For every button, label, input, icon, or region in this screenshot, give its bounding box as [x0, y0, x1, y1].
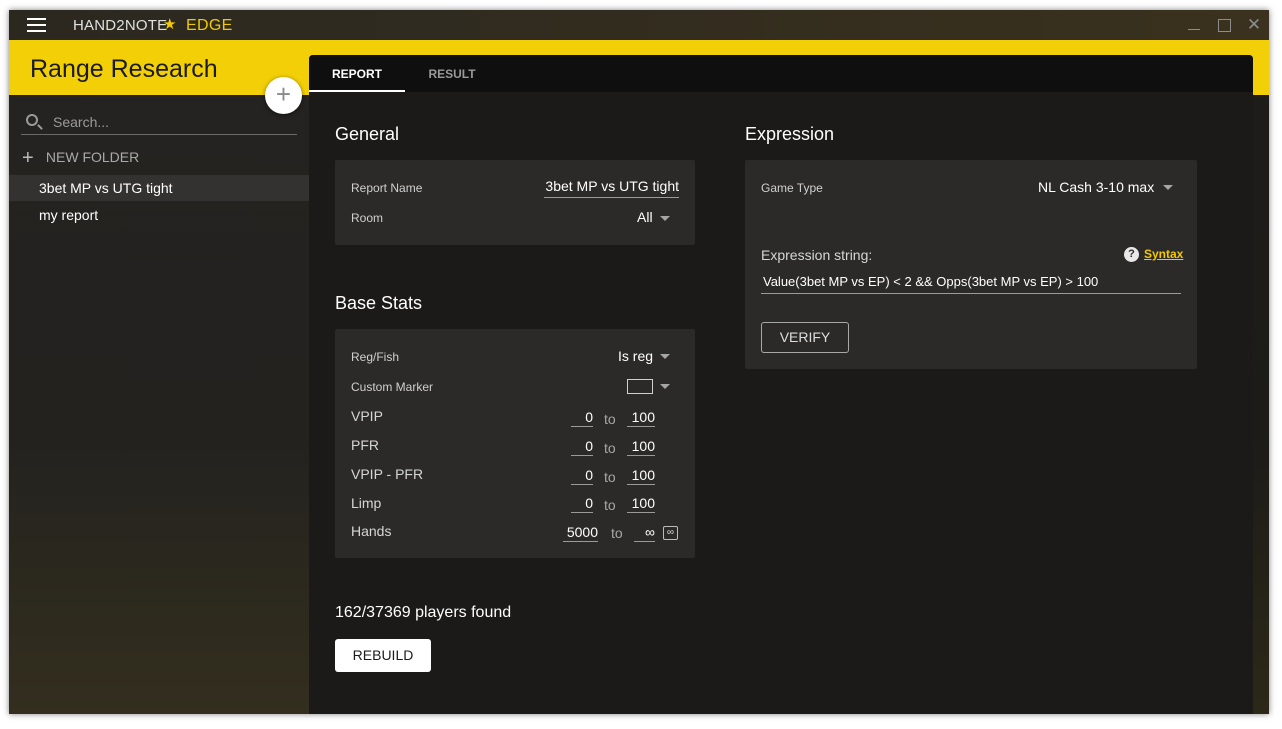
- range-to-label: to: [604, 440, 616, 456]
- search-input[interactable]: [53, 113, 283, 131]
- general-card: Report Name 3bet MP vs UTG tight Room Al…: [335, 160, 695, 245]
- reg-fish-label: Reg/Fish: [351, 350, 400, 364]
- chevron-down-icon[interactable]: [1163, 185, 1173, 190]
- chevron-down-icon[interactable]: [660, 216, 670, 221]
- players-found-count: 162/37369 players found: [335, 604, 512, 621]
- room-label: Room: [351, 211, 384, 225]
- stat-label-limp: Limp: [351, 495, 382, 511]
- tab-result[interactable]: RESULT: [405, 55, 499, 92]
- help-icon[interactable]: ?: [1124, 247, 1139, 262]
- room-select[interactable]: All: [637, 209, 653, 225]
- expression-input[interactable]: Value(3bet MP vs EP) < 2 && Opps(3bet MP…: [761, 274, 1181, 294]
- title-bar: HAND2NOTE ★ EDGE ✕: [9, 10, 1269, 40]
- maximize-button[interactable]: [1215, 16, 1233, 34]
- vpip-pfr-min-input[interactable]: 0: [571, 467, 593, 485]
- infinity-toggle-button[interactable]: ∞: [663, 526, 678, 540]
- custom-marker-swatch[interactable]: [627, 379, 653, 394]
- hands-max-input[interactable]: ∞: [634, 524, 655, 542]
- stat-label-hands: Hands: [351, 523, 392, 539]
- reg-fish-select[interactable]: Is reg: [618, 348, 653, 364]
- vpip-min-input[interactable]: 0: [571, 409, 593, 427]
- custom-marker-label: Custom Marker: [351, 380, 434, 394]
- vpip-max-input[interactable]: 100: [627, 409, 655, 427]
- sidebar: + NEW FOLDER 3bet MP vs UTG tight my rep…: [9, 95, 309, 714]
- chevron-down-icon[interactable]: [660, 354, 670, 359]
- report-list-item[interactable]: my report: [9, 202, 309, 228]
- plus-icon: +: [22, 147, 34, 169]
- range-to-label: to: [604, 469, 616, 485]
- limp-max-input[interactable]: 100: [627, 495, 655, 513]
- chevron-down-icon[interactable]: [660, 384, 670, 389]
- minimize-button[interactable]: [1185, 16, 1203, 34]
- page-title: Range Research: [30, 55, 218, 83]
- stat-label-pfr: PFR: [351, 437, 379, 453]
- game-type-label: Game Type: [761, 181, 823, 195]
- expression-string-label: Expression string:: [761, 247, 873, 263]
- search-icon: [26, 114, 38, 126]
- edition-label: EDGE: [186, 17, 233, 34]
- range-to-label: to: [604, 497, 616, 513]
- syntax-link[interactable]: Syntax: [1144, 247, 1183, 261]
- expression-card: Game Type NL Cash 3-10 max Expression st…: [745, 160, 1197, 369]
- stat-label-vpip-pfr: VPIP - PFR: [351, 466, 424, 482]
- vpip-pfr-max-input[interactable]: 100: [627, 467, 655, 485]
- add-report-button[interactable]: +: [265, 77, 302, 114]
- report-name-input[interactable]: 3bet MP vs UTG tight: [544, 178, 679, 198]
- range-to-label: to: [604, 411, 616, 427]
- close-button[interactable]: ✕: [1245, 16, 1263, 34]
- pfr-min-input[interactable]: 0: [571, 438, 593, 456]
- stat-label-vpip: VPIP: [351, 408, 383, 424]
- verify-button[interactable]: VERIFY: [761, 322, 849, 353]
- rebuild-button[interactable]: REBUILD: [335, 639, 431, 672]
- new-folder-button[interactable]: + NEW FOLDER: [22, 147, 140, 169]
- limp-min-input[interactable]: 0: [571, 495, 593, 513]
- expression-section-title: Expression: [745, 124, 835, 144]
- main-panel: REPORT RESULT General Report Name 3bet M…: [309, 55, 1253, 714]
- hands-min-input[interactable]: 5000: [563, 524, 598, 542]
- search-box: [21, 110, 297, 135]
- base-stats-section-title: Base Stats: [335, 293, 423, 313]
- tab-report[interactable]: REPORT: [309, 55, 405, 92]
- range-to-label: to: [611, 525, 623, 541]
- new-folder-label: NEW FOLDER: [45, 149, 140, 165]
- tab-bar: REPORT RESULT: [309, 55, 1253, 92]
- base-stats-card: Reg/Fish Is reg Custom Marker VPIP 0 to …: [335, 329, 695, 558]
- report-name-label: Report Name: [351, 181, 423, 195]
- star-icon: ★: [163, 16, 177, 33]
- general-section-title: General: [335, 124, 400, 144]
- game-type-select[interactable]: NL Cash 3-10 max: [1038, 179, 1154, 195]
- report-list-item[interactable]: 3bet MP vs UTG tight: [9, 175, 309, 201]
- brand-name: HAND2NOTE: [73, 17, 168, 34]
- app-window: HAND2NOTE ★ EDGE ✕ Range Research + NEW …: [9, 10, 1269, 714]
- hamburger-menu-icon[interactable]: [27, 18, 46, 32]
- pfr-max-input[interactable]: 100: [627, 438, 655, 456]
